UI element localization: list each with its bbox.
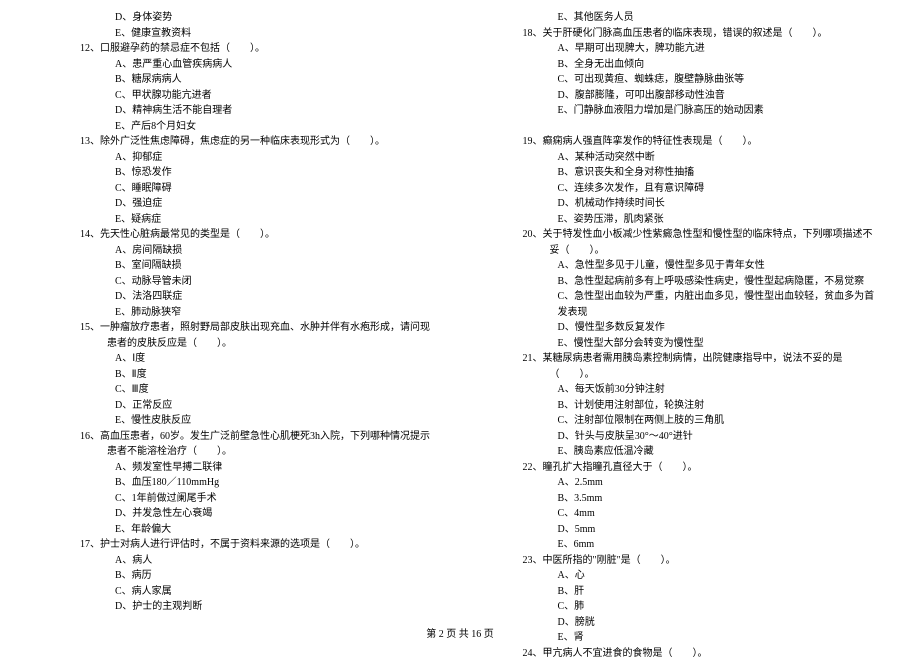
option-line: A、早期可出现脾大，脾功能亢进: [488, 41, 876, 57]
option-line: A、2.5mm: [488, 475, 876, 491]
option-line: C、Ⅲ度: [45, 382, 433, 398]
question-line: 14、先天性心脏病最常见的类型是（ ）。: [72, 227, 433, 243]
question-line: 17、护士对病人进行评估时，不属于资料来源的选项是（ ）。: [72, 537, 433, 553]
option-line: B、血压180／110mmHg: [45, 475, 433, 491]
option-line: C、连续多次发作，且有意识障碍: [488, 181, 876, 197]
option-line: E、6mm: [488, 537, 876, 553]
blank-line: [488, 119, 876, 135]
right-column: E、其他医务人员18、关于肝硬化门脉高血压患者的临床表现，错误的叙述是（ ）。A…: [488, 10, 876, 661]
option-line: B、肝: [488, 584, 876, 600]
option-line: E、其他医务人员: [488, 10, 876, 26]
option-line: E、肺动脉狭窄: [45, 305, 433, 321]
option-line: C、急性型出血较为严重，内脏出血多见，慢性型出血较轻，贫血多为首发表现: [488, 289, 876, 320]
option-line: E、胰岛素应低温冷藏: [488, 444, 876, 460]
option-line: B、3.5mm: [488, 491, 876, 507]
option-line: D、法洛四联症: [45, 289, 433, 305]
option-line: E、慢性型大部分会转变为慢性型: [488, 336, 876, 352]
option-line: E、年龄偏大: [45, 522, 433, 538]
option-line: A、病人: [45, 553, 433, 569]
option-line: B、惊恐发作: [45, 165, 433, 181]
option-line: A、心: [488, 568, 876, 584]
option-line: B、糖尿病病人: [45, 72, 433, 88]
option-line: A、每天饭前30分钟注射: [488, 382, 876, 398]
option-line: E、门静脉血液阻力增加是门脉高压的始动因素: [488, 103, 876, 119]
option-line: D、腹部膨隆，可叩出腹部移动性浊音: [488, 88, 876, 104]
option-line: C、4mm: [488, 506, 876, 522]
option-line: B、全身无出血倾向: [488, 57, 876, 73]
question-line: 12、口服避孕药的禁忌症不包括（ ）。: [72, 41, 433, 57]
option-line: A、急性型多见于儿童，慢性型多见于青年女性: [488, 258, 876, 274]
option-line: A、频发室性早搏二联律: [45, 460, 433, 476]
option-line: C、甲状腺功能亢进者: [45, 88, 433, 104]
option-line: B、病历: [45, 568, 433, 584]
option-line: D、5mm: [488, 522, 876, 538]
option-line: A、房间隔缺损: [45, 243, 433, 259]
left-column: D、身体姿势E、健康宣教资料12、口服避孕药的禁忌症不包括（ ）。A、患严重心血…: [45, 10, 433, 661]
question-line: 22、瞳孔扩大指瞳孔直径大于（ ）。: [515, 460, 876, 476]
question-line: 19、癫痫病人强直阵挛发作的特征性表现是（ ）。: [515, 134, 876, 150]
question-line: 15、一肿瘤放疗患者，照射野局部皮肤出现充血、水肿并伴有水疱形成，请问现患者的皮…: [72, 320, 433, 351]
option-line: A、Ⅰ度: [45, 351, 433, 367]
option-line: D、并发急性左心衰竭: [45, 506, 433, 522]
option-line: E、疑病症: [45, 212, 433, 228]
option-line: D、强迫症: [45, 196, 433, 212]
option-line: A、抑郁症: [45, 150, 433, 166]
option-line: D、慢性型多数反复发作: [488, 320, 876, 336]
option-line: C、睡眠障碍: [45, 181, 433, 197]
question-line: 20、关于特发性血小板减少性紫癜急性型和慢性型的临床特点，下列哪项描述不妥（ ）…: [515, 227, 876, 258]
question-line: 18、关于肝硬化门脉高血压患者的临床表现，错误的叙述是（ ）。: [515, 26, 876, 42]
option-line: E、慢性皮肤反应: [45, 413, 433, 429]
option-line: A、患严重心血管疾病病人: [45, 57, 433, 73]
option-line: D、精神病生活不能自理者: [45, 103, 433, 119]
question-line: 21、某糖尿病患者需用胰岛素控制病情，出院健康指导中，说法不妥的是（ ）。: [515, 351, 876, 382]
option-line: C、动脉导管未闭: [45, 274, 433, 290]
option-line: B、计划使用注射部位，轮换注射: [488, 398, 876, 414]
option-line: C、病人家属: [45, 584, 433, 600]
page-footer: 第 2 页 共 16 页: [0, 627, 920, 643]
option-line: C、肺: [488, 599, 876, 615]
option-line: D、护士的主观判断: [45, 599, 433, 615]
question-line: 24、甲亢病人不宜进食的食物是（ ）。: [515, 646, 876, 661]
option-line: B、意识丧失和全身对称性抽搐: [488, 165, 876, 181]
question-line: 23、中医所指的"刚脏"是（ ）。: [515, 553, 876, 569]
option-line: E、姿势压滞，肌肉紧张: [488, 212, 876, 228]
option-line: C、1年前做过阑尾手术: [45, 491, 433, 507]
option-line: D、身体姿势: [45, 10, 433, 26]
question-line: 16、高血压患者，60岁。发生广泛前壁急性心肌梗死3h入院，下列哪种情况提示患者…: [72, 429, 433, 460]
option-line: B、急性型起病前多有上呼吸感染性病史，慢性型起病隐匿，不易觉察: [488, 274, 876, 290]
option-line: D、针头与皮肤呈30°～40°进针: [488, 429, 876, 445]
option-line: E、健康宣教资料: [45, 26, 433, 42]
option-line: D、正常反应: [45, 398, 433, 414]
option-line: B、Ⅱ度: [45, 367, 433, 383]
option-line: C、可出现黄疸、蜘蛛痣，腹壁静脉曲张等: [488, 72, 876, 88]
option-line: B、室间隔缺损: [45, 258, 433, 274]
option-line: E、产后8个月妇女: [45, 119, 433, 135]
question-line: 13、除外广泛性焦虑障碍，焦虑症的另一种临床表现形式为（ ）。: [72, 134, 433, 150]
option-line: C、注射部位限制在两侧上肢的三角肌: [488, 413, 876, 429]
option-line: A、某种活动突然中断: [488, 150, 876, 166]
option-line: D、机械动作持续时间长: [488, 196, 876, 212]
